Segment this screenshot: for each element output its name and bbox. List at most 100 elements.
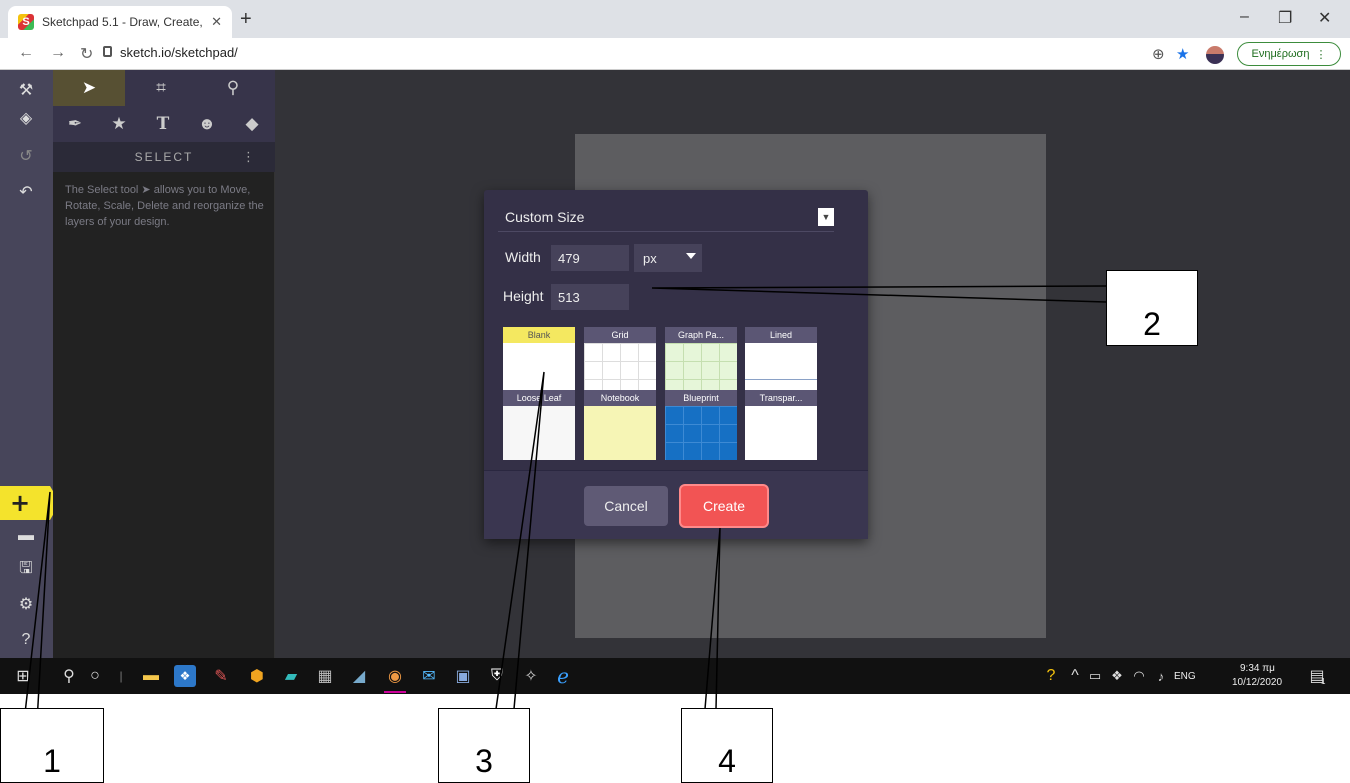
plus-icon: + — [10, 489, 31, 517]
language-indicator[interactable]: ENG — [1174, 671, 1196, 682]
callout-4: 4 — [681, 708, 773, 783]
template-lined[interactable]: Lined — [745, 327, 817, 397]
restore-button[interactable]: ❐ — [1278, 8, 1292, 28]
laptop-icon[interactable]: ▰ — [280, 665, 302, 687]
dropbox-tray-icon[interactable]: ❖ — [1106, 665, 1128, 687]
unit-value: px — [643, 250, 657, 266]
crop-tool[interactable]: ⌗ — [125, 70, 197, 106]
browser-tab[interactable]: S Sketchpad 5.1 - Draw, Create, Sh ✕ — [8, 6, 232, 38]
template-label: Transpar... — [745, 390, 817, 406]
bookmark-star-icon[interactable]: ★ — [1176, 45, 1189, 63]
cube-app-icon[interactable]: ⬢ — [246, 665, 268, 687]
clock-date[interactable]: 10/12/2020 — [1232, 677, 1282, 688]
volume-icon[interactable]: ♪ — [1150, 665, 1172, 687]
help-tray-icon[interactable]: ? — [1040, 665, 1062, 687]
url-field[interactable]: sketch.io/sketchpad/ — [120, 45, 238, 60]
edit-app-icon[interactable]: ◢ — [348, 665, 370, 687]
width-input[interactable]: 479 — [551, 245, 629, 271]
back-icon[interactable]: ← — [18, 44, 34, 62]
template-preview — [584, 343, 656, 397]
callout-3: 3 — [438, 708, 530, 783]
create-button[interactable]: Create — [681, 486, 767, 526]
add-icon[interactable]: ⊕ — [1152, 45, 1165, 63]
file-explorer-icon[interactable]: ▬ — [140, 665, 162, 687]
address-bar: ← → ↻ sketch.io/sketchpad/ ⊕ ★ Ενημέρωση… — [0, 38, 1350, 70]
shape-tool[interactable]: ★ — [97, 106, 141, 142]
tool-row-1: ➤ ⌗ ⚲ — [53, 70, 275, 106]
template-preview — [584, 406, 656, 460]
notification-count: 1 — [1321, 677, 1326, 686]
wifi-icon[interactable]: ◠ — [1128, 665, 1150, 687]
template-graph-paper[interactable]: Graph Pa... — [665, 327, 737, 397]
panel-menu-icon[interactable]: ⋮ — [242, 149, 257, 165]
cortana-icon[interactable]: ○ — [84, 665, 106, 687]
select-tool[interactable]: ➤ — [53, 70, 125, 106]
calculator-icon[interactable]: ▦ — [314, 665, 336, 687]
tool-panel: ➤ ⌗ ⚲ ✒ ★ T ☻ ◆ SELECT ⋮ The Select tool… — [53, 70, 275, 658]
pen-tool[interactable]: ✒ — [53, 106, 97, 142]
search-icon[interactable]: ⚲ — [58, 665, 80, 687]
cancel-button[interactable]: Cancel — [584, 486, 668, 526]
new-drawing-button[interactable]: + — [0, 486, 60, 520]
mail-icon[interactable]: ✉ — [418, 665, 440, 687]
zoom-tool[interactable]: ⚲ — [197, 70, 269, 106]
start-icon[interactable]: ⊞ — [12, 665, 34, 687]
internet-explorer-icon[interactable]: ℯ — [552, 665, 574, 688]
history-icon[interactable]: ↺ — [14, 144, 38, 168]
shield-icon[interactable]: ⛨ — [486, 665, 508, 687]
close-window-button[interactable]: ✕ — [1318, 8, 1331, 28]
template-transparent[interactable]: Transpar... — [745, 390, 817, 460]
template-label: Blank — [503, 327, 575, 343]
new-drawing-dialog: Custom Size ▼ Width 479 px Height 513 Bl… — [484, 190, 868, 539]
avatar[interactable] — [1206, 46, 1224, 64]
star-icon: ★ — [111, 114, 127, 133]
app-icon[interactable]: ✧ — [520, 665, 542, 687]
monitor-icon[interactable]: ▣ — [452, 665, 474, 687]
tray-expand-icon[interactable]: ^ — [1064, 665, 1086, 687]
update-button[interactable]: Ενημέρωση ⋮ — [1237, 42, 1341, 66]
template-label: Graph Pa... — [665, 327, 737, 343]
panel-header: SELECT ⋮ — [53, 142, 275, 172]
pen-icon: ✒ — [67, 114, 83, 133]
size-preset-value: Custom Size — [505, 208, 585, 225]
save-icon[interactable]: 🖫 — [14, 558, 38, 582]
fill-tool[interactable]: ◆ — [229, 106, 275, 142]
undo-icon[interactable]: ↶ — [14, 180, 38, 204]
height-input[interactable]: 513 — [551, 284, 629, 310]
sticker-tool[interactable]: ☻ — [185, 106, 229, 142]
template-grid[interactable]: Grid — [584, 327, 656, 397]
height-label: Height — [503, 288, 544, 304]
tab-close-icon[interactable]: ✕ — [211, 14, 222, 30]
dropbox-icon[interactable]: ❖ — [174, 665, 196, 687]
browser-tab-strip: S Sketchpad 5.1 - Draw, Create, Sh ✕ + –… — [0, 0, 1350, 38]
template-blueprint[interactable]: Blueprint — [665, 390, 737, 460]
template-label: Blueprint — [665, 390, 737, 406]
template-blank[interactable]: Blank — [503, 327, 575, 397]
paint-icon[interactable]: ✎ — [210, 665, 232, 687]
text-tool[interactable]: T — [141, 106, 185, 142]
chrome-icon[interactable]: ◉ — [384, 665, 406, 687]
template-label: Grid — [584, 327, 656, 343]
template-preview — [665, 343, 737, 397]
forward-icon[interactable]: → — [50, 44, 66, 62]
reload-icon[interactable]: ↻ — [80, 44, 93, 64]
new-tab-button[interactable]: + — [240, 9, 252, 29]
text-icon: T — [156, 114, 170, 134]
clock-time[interactable]: 9:34 πμ — [1240, 663, 1275, 674]
folder-icon[interactable]: ▬ — [14, 524, 38, 548]
battery-icon[interactable]: ▭ — [1084, 665, 1106, 687]
layers-icon[interactable]: ◈ — [14, 106, 38, 130]
select-arrow-icon: ➤ — [81, 78, 97, 97]
template-notebook[interactable]: Notebook — [584, 390, 656, 460]
size-preset-select[interactable]: Custom Size ▼ — [498, 202, 834, 232]
unit-select[interactable]: px — [634, 244, 702, 272]
template-preview — [745, 406, 817, 460]
tool-row-2: ✒ ★ T ☻ ◆ — [53, 106, 275, 142]
template-loose-leaf[interactable]: Loose Leaf — [503, 390, 575, 460]
lock-icon — [103, 46, 112, 57]
help-icon[interactable]: ? — [14, 628, 38, 652]
tools-icon[interactable]: ⚒ — [14, 78, 38, 102]
minimize-button[interactable]: – — [1240, 8, 1249, 26]
template-preview — [745, 343, 817, 397]
settings-gear-icon[interactable]: ⚙ — [14, 592, 38, 616]
